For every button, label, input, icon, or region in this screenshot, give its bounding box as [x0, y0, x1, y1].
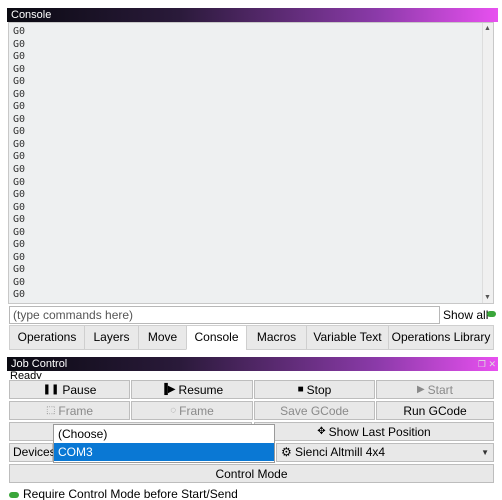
close-icon[interactable]: ✕	[488, 357, 496, 371]
console-title-bar: Console	[7, 8, 498, 22]
stop-button[interactable]: ■ Stop	[254, 380, 375, 399]
port-dropdown[interactable]: (Choose) COM3	[53, 424, 275, 463]
console-scrollbar[interactable]: ▲ ▼	[482, 23, 493, 303]
console-line: G0	[13, 76, 26, 88]
console-line: G0	[13, 151, 26, 163]
frame-circle-button[interactable]: ◌ Frame	[131, 401, 253, 420]
job-control-title: Job Control	[11, 358, 68, 370]
start-icon: ▶	[416, 384, 425, 395]
console-line: G0	[13, 251, 26, 263]
job-control-title-bar: Job Control ❐ ✕	[7, 357, 498, 371]
console-line: G0	[13, 176, 26, 188]
start-button[interactable]: ▶ Start	[376, 380, 494, 399]
console-line: G0	[13, 289, 26, 301]
devices-label: Devices	[9, 443, 56, 462]
run-gcode-button[interactable]: Run GCode	[376, 401, 494, 420]
show-last-position-button[interactable]: ✥ Show Last Position	[254, 422, 494, 441]
frame-rect-button[interactable]: ⬚ Frame	[9, 401, 130, 420]
save-gcode-button[interactable]: Save GCode	[254, 401, 375, 420]
console-title: Console	[11, 9, 52, 21]
resume-button[interactable]: ▐▶ Resume	[131, 380, 253, 399]
console-line: G0	[13, 276, 26, 288]
frame-rect-icon: ⬚	[45, 405, 56, 416]
console-line: G0	[13, 113, 26, 125]
scroll-up-icon[interactable]: ▲	[484, 25, 491, 32]
console-line: G0	[13, 264, 26, 276]
show-all-toggle[interactable]	[487, 311, 496, 317]
device-name: Sienci Altmill 4x4	[295, 445, 386, 459]
console-line: G0	[13, 51, 26, 63]
pause-icon: ❚❚	[42, 384, 60, 395]
pause-button[interactable]: ❚❚ Pause	[9, 380, 130, 399]
console-line: G0	[13, 201, 26, 213]
tab-operations-library[interactable]: Operations Library	[388, 325, 494, 350]
show-all-label: Show all	[443, 308, 489, 322]
resume-icon: ▐▶	[160, 384, 176, 395]
console-lines: G0 G0 G0 G0 G0 G0 G0 G0 G0 G0 G0 G0 G0 G0 G0 G0 G0 G0 G0 G0…	[13, 26, 25, 302]
device-select[interactable]: ⚙ Sienci Altmill 4x4 ▼	[276, 443, 494, 462]
tab-operations[interactable]: Operations	[9, 325, 84, 350]
tab-layers[interactable]: Layers	[84, 325, 138, 350]
console-output[interactable]: G0 G0 G0 G0 G0 G0 G0 G0 G0 G0 G0 G0 G0 G0 G0 G0 G0 G0 G0 G0…	[8, 22, 494, 304]
start-label: Start	[427, 382, 454, 397]
scroll-down-icon[interactable]: ▼	[484, 294, 491, 301]
tab-move[interactable]: Move	[138, 325, 186, 350]
require-control-label: Require Control Mode before Start/Send	[23, 487, 238, 500]
tab-console[interactable]: Console	[186, 325, 246, 350]
panel-tabs: Operations Layers Move Console Macros Va…	[9, 325, 494, 350]
console-line: G0	[13, 88, 26, 100]
pause-label: Pause	[62, 382, 97, 397]
console-line: G0	[13, 63, 26, 75]
require-control-toggle[interactable]	[9, 491, 19, 498]
frame-circle-icon: ◌	[170, 405, 177, 416]
console-line: G0	[13, 164, 26, 176]
console-line: G0	[13, 189, 26, 201]
console-line: G0	[13, 26, 26, 37]
console-line: G0	[13, 126, 26, 138]
crosshair-icon: ✥	[317, 426, 326, 437]
job-status-text: Ready	[10, 371, 42, 379]
frame-circle-label: Frame	[179, 403, 214, 418]
require-control-row[interactable]: Require Control Mode before Start/Send	[9, 487, 238, 500]
console-line: G0	[13, 214, 26, 226]
console-line: G0	[13, 101, 26, 113]
tab-variable-text[interactable]: Variable Text	[306, 325, 388, 350]
show-last-position-label: Show Last Position	[328, 424, 431, 439]
frame-rect-label: Frame	[58, 403, 94, 418]
console-line: G0	[13, 38, 26, 50]
console-line: G0	[13, 239, 26, 251]
stop-label: Stop	[306, 382, 332, 397]
control-mode-button[interactable]: Control Mode	[9, 464, 494, 483]
port-option-choose[interactable]: (Choose)	[54, 425, 274, 443]
port-option-com3[interactable]: COM3	[54, 443, 274, 461]
console-line: G0	[13, 138, 26, 150]
command-input[interactable]	[9, 306, 440, 324]
stop-icon: ■	[297, 384, 304, 395]
float-icon[interactable]: ❐	[478, 357, 486, 371]
chevron-down-icon: ▼	[481, 448, 489, 457]
console-line: G0	[13, 226, 26, 238]
device-gear-icon: ⚙	[281, 445, 292, 459]
tab-macros[interactable]: Macros	[246, 325, 306, 350]
resume-label: Resume	[178, 382, 224, 397]
